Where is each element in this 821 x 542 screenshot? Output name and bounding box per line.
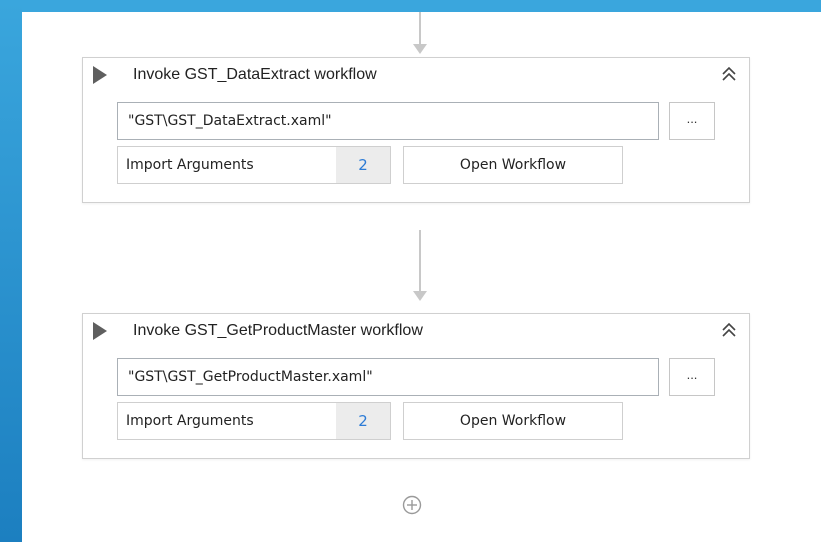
connector-line	[419, 12, 421, 46]
activity-header[interactable]: Invoke GST_DataExtract workflow	[83, 58, 749, 92]
invoke-workflow-activity-1[interactable]: Invoke GST_DataExtract workflow "GST\GST…	[82, 57, 750, 203]
activity-title: Invoke GST_DataExtract workflow	[133, 66, 377, 83]
window-left-border	[0, 0, 22, 542]
arguments-count-badge: 2	[336, 403, 390, 439]
plus-circle-icon[interactable]	[402, 495, 422, 515]
double-chevron-up-icon[interactable]	[721, 321, 737, 339]
activity-title: Invoke GST_GetProductMaster workflow	[133, 322, 423, 339]
activity-header[interactable]: Invoke GST_GetProductMaster workflow	[83, 314, 749, 348]
workflow-file-path-input[interactable]: "GST\GST_GetProductMaster.xaml"	[117, 358, 659, 396]
play-icon[interactable]	[93, 66, 107, 84]
import-arguments-label: Import Arguments	[126, 157, 254, 173]
invoke-workflow-activity-2[interactable]: Invoke GST_GetProductMaster workflow "GS…	[82, 313, 750, 459]
window-top-border	[0, 0, 821, 12]
import-arguments-label: Import Arguments	[126, 413, 254, 429]
import-arguments-button[interactable]: Import Arguments 2	[117, 402, 391, 440]
workflow-file-path-input[interactable]: "GST\GST_DataExtract.xaml"	[117, 102, 659, 140]
connector-arrow-icon	[413, 44, 427, 54]
arguments-count-badge: 2	[336, 147, 390, 183]
browse-button[interactable]: ...	[669, 102, 715, 140]
workflow-designer-canvas[interactable]: Invoke GST_DataExtract workflow "GST\GST…	[22, 12, 821, 542]
play-icon[interactable]	[93, 322, 107, 340]
double-chevron-up-icon[interactable]	[721, 65, 737, 83]
connector-arrow-icon	[413, 291, 427, 301]
connector-line	[419, 230, 421, 292]
import-arguments-button[interactable]: Import Arguments 2	[117, 146, 391, 184]
browse-button[interactable]: ...	[669, 358, 715, 396]
open-workflow-button[interactable]: Open Workflow	[403, 402, 623, 440]
open-workflow-button[interactable]: Open Workflow	[403, 146, 623, 184]
